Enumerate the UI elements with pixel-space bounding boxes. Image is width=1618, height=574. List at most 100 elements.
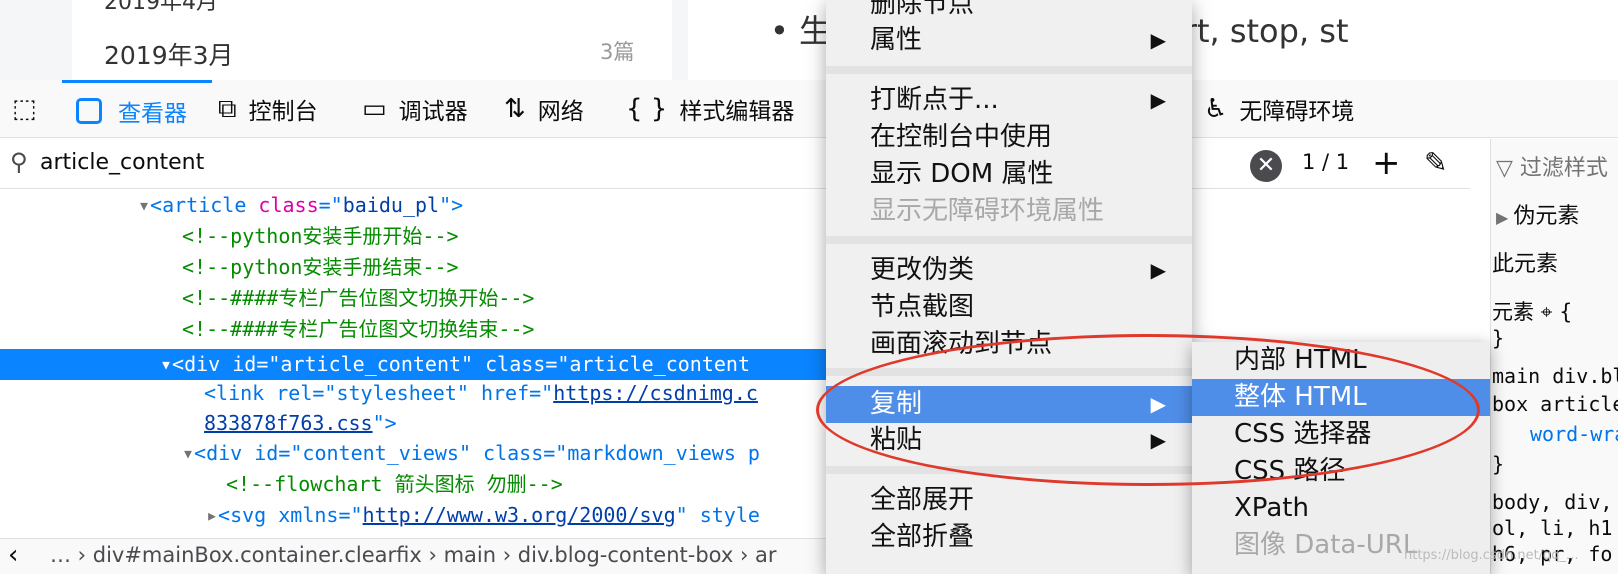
- markup-comment[interactable]: <!--####专栏广告位图文切换结束-->: [182, 314, 534, 345]
- inspector-icon: [76, 97, 102, 124]
- add-node-button[interactable]: +: [1372, 143, 1401, 183]
- link-href-cont[interactable]: 833878f763.css: [204, 411, 373, 435]
- style-editor-icon: { }: [626, 94, 668, 124]
- svg-rest: " style: [675, 503, 760, 527]
- tab-console[interactable]: ⧉ 控制台: [218, 80, 318, 138]
- expand-arrow-icon[interactable]: ▾: [182, 441, 194, 465]
- devtools-toolbar: ⬚ 查看器 ⧉ 控制台 ▭ 调试器 ⇅ 网络 { } 样式编辑器 ♿ 无障碍环境: [0, 80, 1618, 138]
- submenu-arrow-icon: ▶: [1150, 88, 1166, 112]
- markup-comment[interactable]: <!--python安装手册结束-->: [182, 252, 459, 283]
- element-rule: 元素 ⌖ {: [1492, 300, 1573, 324]
- menu-item-break-on[interactable]: 打断点于... ▶: [826, 82, 1192, 119]
- tag-close: ">: [372, 411, 397, 435]
- menu-item-show-accessibility-properties: 显示无障碍环境属性: [826, 193, 1192, 230]
- attr-value: baidu_pl: [342, 193, 440, 217]
- menu-item-delete-node[interactable]: 删除节点: [826, 0, 1192, 23]
- rule-close-brace: }: [1492, 452, 1505, 476]
- markup-comment[interactable]: <!--flowchart 箭头图标 勿删-->: [226, 469, 563, 500]
- menu-item-label: 节点截图: [870, 292, 975, 322]
- tag-bracket: <: [150, 193, 163, 217]
- submenu-item-label: 图像 Data-URL: [1234, 530, 1418, 560]
- archive-count: 3篇: [600, 40, 635, 64]
- link-tag: <link rel="stylesheet" href=": [204, 381, 554, 405]
- rule-property[interactable]: word-wra: [1530, 422, 1618, 446]
- link-href[interactable]: https://csdnimg.c: [553, 381, 758, 405]
- tab-style-editor-label: 样式编辑器: [679, 99, 795, 125]
- tab-console-label: 控制台: [248, 99, 318, 125]
- menu-item-label: 全部折叠: [870, 522, 975, 552]
- search-match-count: 1 / 1: [1302, 150, 1350, 174]
- filter-styles-input[interactable]: ▽ 过滤样式: [1496, 150, 1608, 182]
- tab-accessibility-label: 无障碍环境: [1239, 99, 1355, 125]
- attr-eq: =": [318, 193, 343, 217]
- rule-selector: main div.bl: [1492, 364, 1618, 388]
- element-picker-button[interactable]: ⬚: [12, 80, 52, 138]
- console-icon: ⧉: [218, 93, 237, 124]
- menu-separator: [826, 66, 1192, 74]
- archive-month-prev[interactable]: 2019年4月: [104, 0, 218, 16]
- filter-placeholder: 过滤样式: [1519, 156, 1608, 181]
- tab-network-label: 网络: [537, 99, 584, 125]
- eyedropper-icon[interactable]: ✎: [1424, 146, 1447, 179]
- breadcrumb-path[interactable]: … › div#mainBox.container.clearfix › mai…: [50, 543, 777, 567]
- filter-icon: ▽: [1496, 156, 1520, 181]
- context-menu: 删除节点 属性 ▶ 打断点于... ▶ 在控制台中使用 显示 DOM 属性 显示无障…: [826, 0, 1192, 574]
- tab-inspector-label: 查看器: [118, 100, 187, 127]
- breadcrumb-scroll-left-icon[interactable]: ‹: [8, 540, 18, 570]
- menu-item-label: 显示 DOM 属性: [870, 159, 1054, 189]
- rule-close-brace: }: [1492, 326, 1505, 350]
- menu-item-label: 属性: [870, 25, 923, 55]
- menu-item-collapse-all[interactable]: 全部折叠: [826, 519, 1192, 556]
- tab-network[interactable]: ⇅ 网络: [504, 80, 584, 138]
- attr-name: class: [246, 193, 319, 217]
- expand-arrow-icon[interactable]: ▾: [160, 352, 172, 376]
- clear-search-button[interactable]: ✕: [1250, 150, 1282, 182]
- markup-row-article[interactable]: ▾<article class="baidu_pl">: [138, 190, 463, 221]
- this-element-header: 此元素: [1492, 252, 1559, 277]
- svg-tag: <svg xmlns=": [218, 503, 363, 527]
- menu-item-change-pseudo-class[interactable]: 更改伪类 ▶: [826, 252, 1192, 289]
- rule-selector: box article: [1492, 392, 1618, 416]
- rule-selector: body, div,: [1492, 490, 1613, 514]
- markup-search-input[interactable]: article_content: [40, 150, 204, 175]
- svg-xmlns[interactable]: http://www.w3.org/2000/svg: [363, 503, 676, 527]
- menu-item-show-dom-properties[interactable]: 显示 DOM 属性: [826, 156, 1192, 193]
- selected-node-text: ▾<div id="article_content" class="articl…: [160, 349, 750, 380]
- markup-row-content-views[interactable]: ▾<div id="content_views" class="markdown…: [182, 438, 760, 469]
- menu-item-screenshot-node[interactable]: 节点截图: [826, 289, 1192, 326]
- menu-item-label: 显示无障碍环境属性: [870, 196, 1105, 226]
- menu-item-use-in-console[interactable]: 在控制台中使用: [826, 119, 1192, 156]
- network-icon: ⇅: [504, 94, 526, 124]
- collapse-arrow-icon[interactable]: ▸: [206, 503, 218, 527]
- menu-item-attributes[interactable]: 属性 ▶: [826, 22, 1192, 59]
- markup-comment[interactable]: <!--####专栏广告位图文切换开始-->: [182, 283, 534, 314]
- element-picker-icon: ⬚: [12, 94, 37, 124]
- annotation-ellipse: [816, 334, 1480, 486]
- submenu-arrow-icon: ▶: [1150, 258, 1166, 282]
- menu-item-label: 打断点于...: [870, 85, 999, 115]
- markup-row-svg[interactable]: ▸<svg xmlns="http://www.w3.org/2000/svg"…: [206, 500, 760, 531]
- markup-row-link[interactable]: <link rel="stylesheet" href="https://csd…: [204, 378, 758, 409]
- tag-close: ">: [439, 193, 464, 217]
- div-tag: <div id="content_views" class="markdown_…: [194, 441, 760, 465]
- collapse-arrow-icon: ▶: [1496, 208, 1514, 227]
- submenu-item-label: XPath: [1234, 493, 1309, 523]
- accessibility-icon: ♿: [1204, 94, 1228, 124]
- pseudo-elements-toggle[interactable]: ▶ 伪元素: [1496, 198, 1579, 230]
- menu-item-label: 全部展开: [870, 485, 975, 515]
- tab-debugger[interactable]: ▭ 调试器: [362, 80, 468, 138]
- submenu-item-xpath[interactable]: XPath: [1192, 490, 1490, 527]
- expand-arrow-icon[interactable]: ▾: [138, 193, 150, 217]
- tab-accessibility[interactable]: ♿ 无障碍环境: [1204, 80, 1354, 138]
- tab-inspector[interactable]: 查看器: [62, 80, 212, 138]
- markup-row-selected[interactable]: ▾<div id="article_content" class="articl…: [0, 349, 830, 380]
- pseudo-elements-label: 伪元素: [1513, 204, 1580, 229]
- tab-style-editor[interactable]: { } 样式编辑器: [626, 80, 794, 138]
- tab-debugger-label: 调试器: [398, 99, 468, 125]
- rule-selector: ol, li, h1: [1492, 516, 1613, 540]
- menu-item-expand-all[interactable]: 全部展开: [826, 482, 1192, 519]
- markup-row-link-cont[interactable]: 833878f763.css">: [204, 408, 397, 439]
- archive-month[interactable]: 2019年3月: [104, 36, 234, 72]
- markup-comment[interactable]: <!--python安装手册开始-->: [182, 221, 459, 252]
- menu-item-label: 在控制台中使用: [870, 122, 1053, 152]
